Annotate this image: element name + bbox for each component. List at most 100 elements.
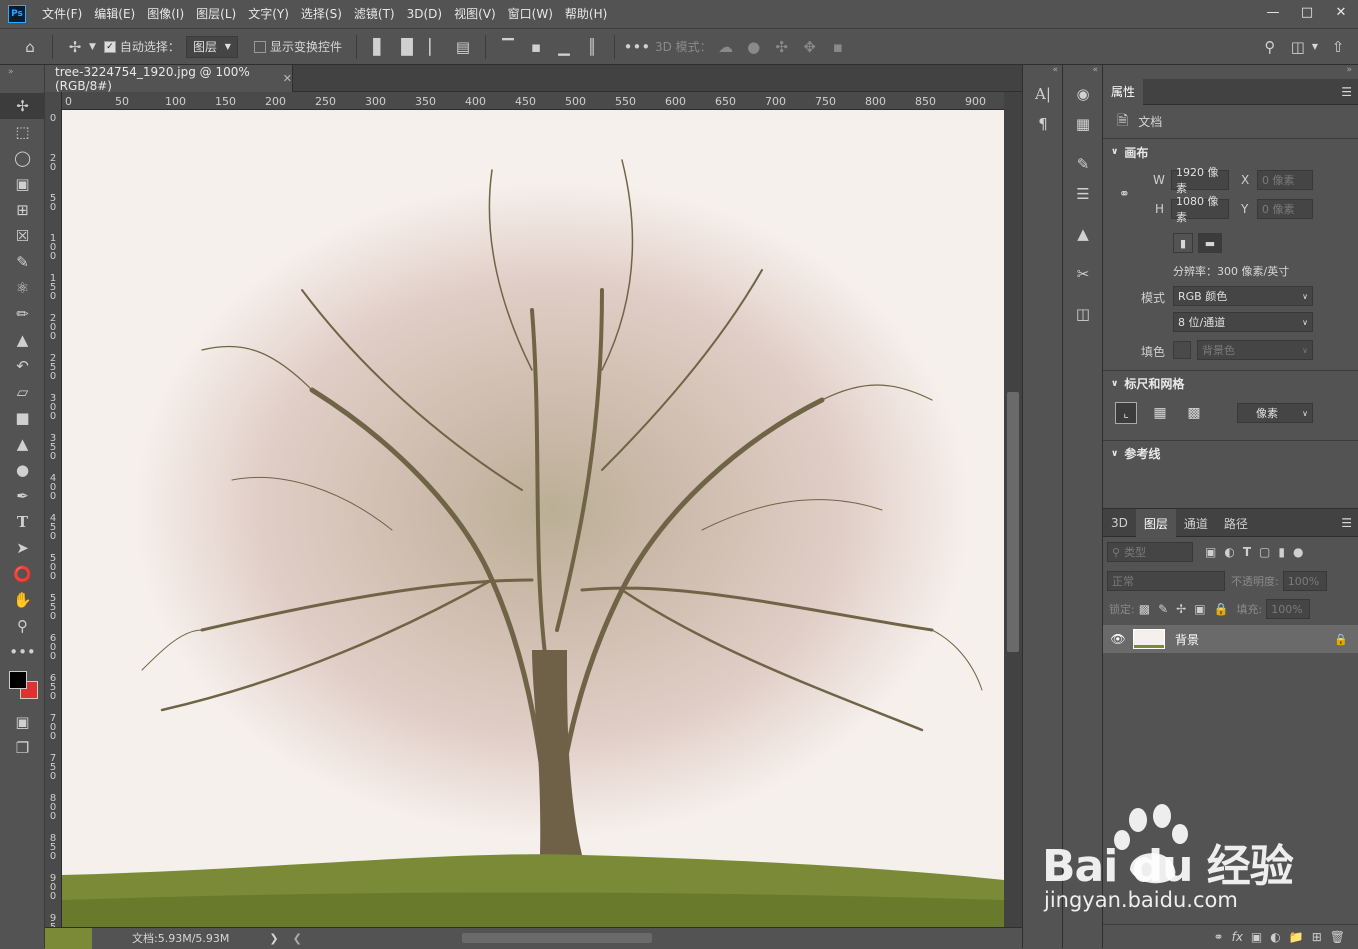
status-expand-icon[interactable]: ❯ <box>269 932 278 945</box>
distribute-v-icon[interactable]: ║ <box>578 33 606 61</box>
vertical-scrollbar[interactable] <box>1004 92 1022 927</box>
history-brush-icon[interactable]: ↶ <box>0 353 45 379</box>
blend-mode-dropdown[interactable]: 正常 <box>1107 571 1225 591</box>
edit-toolbar-icon[interactable]: ••• <box>0 639 45 665</box>
align-left-icon[interactable]: ▋ <box>365 33 393 61</box>
document-tab[interactable]: tree-3224754_1920.jpg @ 100%(RGB/8#) ✕ <box>45 65 293 93</box>
hand-tool-icon[interactable]: ✋ <box>0 587 45 613</box>
fill-swatch[interactable] <box>1173 341 1191 359</box>
menu-view[interactable]: 视图(V) <box>448 0 502 28</box>
type-tool-icon[interactable]: T <box>0 509 45 535</box>
align-top-icon[interactable]: ▔ <box>494 33 522 61</box>
layer-filter-dropdown[interactable]: ⚲ 类型 <box>1107 542 1193 562</box>
gradient-tool-icon[interactable]: ■ <box>0 405 45 431</box>
y-field[interactable]: 0 像素 <box>1257 199 1313 219</box>
collapse-toolbar-icon[interactable]: » <box>0 65 44 93</box>
screen-mode-icon[interactable]: ❐ <box>0 735 45 761</box>
foreground-color-swatch[interactable] <box>9 671 27 689</box>
color-palette-icon[interactable]: ◉ <box>1063 79 1103 109</box>
guides-section-header[interactable]: ∨ 参考线 <box>1103 440 1358 466</box>
collapse-dock-icon[interactable]: « <box>1023 65 1062 79</box>
history-icon[interactable]: ◫ <box>1063 299 1103 329</box>
eraser-tool-icon[interactable]: ▱ <box>0 379 45 405</box>
new-layer-icon[interactable]: ⊞ <box>1312 930 1322 944</box>
tab-layers[interactable]: 图层 <box>1135 509 1176 537</box>
scroll-thumb[interactable] <box>1007 392 1019 652</box>
dodge-tool-icon[interactable]: ● <box>0 457 45 483</box>
menu-window[interactable]: 窗口(W) <box>502 0 559 28</box>
vertical-ruler[interactable]: 0 20 50 100 150 200 250 300 350 400 450 500 550 600 65… <box>45 92 62 927</box>
more-options-icon[interactable]: ••• <box>623 33 651 61</box>
marquee-tool-icon[interactable]: ⬚ <box>0 119 45 145</box>
minimize-icon[interactable]: — <box>1256 0 1290 24</box>
collapse-dock-icon[interactable]: « <box>1063 65 1102 79</box>
collapse-panel-icon[interactable]: » <box>1103 65 1358 79</box>
panel-menu-icon[interactable]: ☰ <box>1341 516 1352 530</box>
lock-all-icon[interactable]: 🔒 <box>1214 602 1229 616</box>
swatches-grid-icon[interactable]: ▦ <box>1063 109 1103 139</box>
grid-toggle-icon[interactable]: ▦ <box>1149 402 1171 424</box>
close-icon[interactable]: ✕ <box>1324 0 1358 24</box>
crop-tool-icon[interactable]: ⊞ <box>0 197 45 223</box>
character-panel-icon[interactable]: A| <box>1023 79 1063 109</box>
shape-tool-icon[interactable]: ⭕ <box>0 561 45 587</box>
move-tool-icon[interactable]: ✢ <box>0 93 45 119</box>
path-select-tool-icon[interactable]: ➤ <box>0 535 45 561</box>
search-icon[interactable]: ⚲ <box>1256 33 1284 61</box>
menu-type[interactable]: 文字(Y) <box>242 0 295 28</box>
canvas-section-header[interactable]: ∨ 画布 <box>1103 139 1358 165</box>
home-icon[interactable]: ⌂ <box>16 33 44 61</box>
bit-depth-dropdown[interactable]: 8 位/通道 ∨ <box>1173 312 1313 332</box>
stamp-tool-icon[interactable]: ▲ <box>0 327 45 353</box>
pen-tool-icon[interactable]: ✒ <box>0 483 45 509</box>
x-field[interactable]: 0 像素 <box>1257 170 1313 190</box>
filter-adjustment-icon[interactable]: ◐ <box>1224 545 1234 559</box>
delete-layer-icon[interactable]: 🗑 <box>1330 930 1345 944</box>
paragraph-panel-icon[interactable]: ¶ <box>1023 109 1063 139</box>
rulers-grids-section-header[interactable]: ∨ 标尺和网格 <box>1103 370 1358 396</box>
eyedropper-tool-icon[interactable]: ✎ <box>0 249 45 275</box>
auto-select-checkbox[interactable]: ✓ <box>103 40 116 53</box>
menu-edit[interactable]: 编辑(E) <box>88 0 141 28</box>
document-canvas[interactable] <box>62 110 1004 927</box>
3d-scale-icon[interactable]: ▪ <box>824 33 852 61</box>
align-right-icon[interactable]: ▏ <box>421 33 449 61</box>
chevron-down-icon[interactable]: ▼ <box>1312 42 1318 51</box>
filter-smart-icon[interactable]: ▮ <box>1278 545 1285 559</box>
3d-slide-icon[interactable]: ✥ <box>796 33 824 61</box>
menu-select[interactable]: 选择(S) <box>295 0 348 28</box>
close-tab-icon[interactable]: ✕ <box>283 72 292 85</box>
height-field[interactable]: 1080 像素 <box>1171 195 1229 224</box>
chevron-down-icon[interactable]: ▼ <box>89 42 96 52</box>
3d-pan-icon[interactable]: ✣ <box>768 33 796 61</box>
3d-orbit-icon[interactable]: ☁ <box>712 33 740 61</box>
menu-file[interactable]: 文件(F) <box>36 0 88 28</box>
align-middle-icon[interactable]: ▪ <box>522 33 550 61</box>
share-icon[interactable]: ⇧ <box>1324 33 1352 61</box>
tab-properties[interactable]: 属性 <box>1103 78 1144 105</box>
blur-tool-icon[interactable]: ▲ <box>0 431 45 457</box>
tools-presets-icon[interactable]: ✂ <box>1063 259 1103 289</box>
adjustments-icon[interactable]: ☰ <box>1063 179 1103 209</box>
align-center-h-icon[interactable]: █ <box>393 33 421 61</box>
filter-shape-icon[interactable]: ▢ <box>1259 545 1270 559</box>
quick-mask-icon[interactable]: ▣ <box>0 709 45 735</box>
frame-tool-icon[interactable]: ☒ <box>0 223 45 249</box>
horizontal-scroll-thumb[interactable] <box>461 933 652 943</box>
lock-transparency-icon[interactable]: ▩ <box>1139 602 1150 616</box>
mode-dropdown[interactable]: RGB 颜色 ∨ <box>1173 286 1313 306</box>
maximize-icon[interactable]: □ <box>1290 0 1324 24</box>
tab-paths[interactable]: 路径 <box>1216 509 1256 537</box>
lock-position-icon[interactable]: ✢ <box>1176 602 1186 616</box>
show-transform-checkbox[interactable] <box>253 40 266 53</box>
horizontal-ruler[interactable]: 0 50 100 150 200 250 300 350 400 450 500 550 600 650 7… <box>62 92 1004 110</box>
fill-field[interactable]: 100% <box>1266 599 1311 619</box>
align-bottom-icon[interactable]: ▁ <box>550 33 578 61</box>
filter-toggle-icon[interactable]: ● <box>1293 545 1303 559</box>
brush-tool-icon[interactable]: ✏ <box>0 301 45 327</box>
move-tool-icon[interactable]: ✢ <box>61 33 89 61</box>
pixel-grid-icon[interactable]: ▩ <box>1183 402 1205 424</box>
panel-menu-icon[interactable]: ☰ <box>1341 85 1352 99</box>
width-field[interactable]: 1920 像素 <box>1171 166 1229 195</box>
fill-dropdown[interactable]: 背景色 ∨ <box>1197 340 1313 360</box>
